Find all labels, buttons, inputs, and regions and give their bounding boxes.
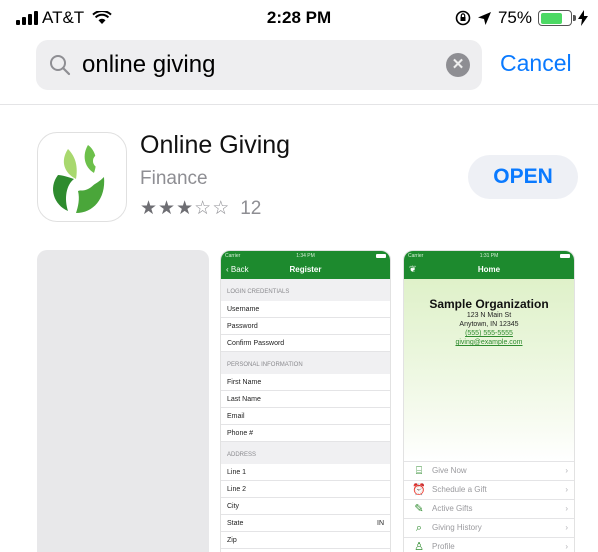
mini-title: Home xyxy=(477,265,501,274)
rating-count: 12 xyxy=(240,197,262,219)
menu-item-profile: ♙ Profile › xyxy=(404,537,574,552)
form-row: Password xyxy=(221,318,390,335)
form-row-label: Zip xyxy=(227,537,237,544)
gift-icon: ⌸ xyxy=(415,465,423,477)
form-row-label: State xyxy=(227,520,244,527)
form-row: State IN xyxy=(221,515,390,532)
form-section-header: ADDRESS xyxy=(221,442,390,464)
rating-stars: ★★★☆☆ xyxy=(140,197,230,220)
screenshot-home[interactable]: Carrier 1:31 PM ❦ Home Sample Organizati… xyxy=(403,250,575,552)
person-icon: ♙ xyxy=(414,541,424,552)
search-icon: ⌕ xyxy=(415,522,423,534)
menu-item-label: Active Gifts xyxy=(432,504,473,513)
divider xyxy=(0,104,598,105)
mini-time: 1:34 PM xyxy=(296,253,315,259)
form-row-label: Line 2 xyxy=(227,486,247,493)
menu-item-label: Profile xyxy=(432,542,455,551)
app-category: Finance xyxy=(140,168,208,189)
form-section-header: LOGIN CREDENTIALS xyxy=(221,279,390,301)
cancel-button[interactable]: Cancel xyxy=(500,50,572,77)
star-filled-icon: ★ xyxy=(176,198,195,219)
screenshot-placeholder[interactable] xyxy=(37,250,209,552)
form-row: Line 2 xyxy=(221,481,390,498)
home-hero: Sample Organization 123 N Main St Anytow… xyxy=(404,279,574,461)
mini-status-bar: Carrier 1:34 PM xyxy=(221,251,390,261)
org-address-line2: Anytown, IN 12345 xyxy=(459,321,519,328)
form-row: City xyxy=(221,498,390,515)
form-row: Username xyxy=(221,301,390,318)
form-row: Email xyxy=(221,408,390,425)
chevron-right-icon: › xyxy=(565,523,568,532)
open-button[interactable]: OPEN xyxy=(468,155,578,199)
chevron-right-icon: › xyxy=(565,504,568,513)
rotation-lock-icon xyxy=(455,10,471,26)
menu-item-label: Giving History xyxy=(432,523,482,532)
form-row: First Name xyxy=(221,374,390,391)
app-name[interactable]: Online Giving xyxy=(140,131,290,160)
battery-icon xyxy=(538,10,576,26)
menu-item-active-gifts: ✎ Active Gifts › xyxy=(404,499,574,518)
pen-icon: ✎ xyxy=(414,503,424,515)
form-row: Confirm Password xyxy=(221,335,390,352)
status-bar: AT&T 2:28 PM 75% xyxy=(0,0,598,36)
leaf-person-logo xyxy=(53,145,107,213)
form-row: Zip xyxy=(221,532,390,549)
org-email-link: giving@example.com xyxy=(455,339,523,346)
form-row-label: Last Name xyxy=(227,396,261,403)
search-icon xyxy=(50,55,71,76)
charging-bolt-icon xyxy=(578,10,588,26)
mini-title: Register xyxy=(289,265,322,274)
mini-status-bar: Carrier 1:31 PM xyxy=(404,251,574,261)
chevron-right-icon: › xyxy=(565,466,568,475)
form-row-label: Email xyxy=(227,413,245,420)
star-filled-icon: ★ xyxy=(158,198,177,219)
menu-item-history: ⌕ Giving History › xyxy=(404,518,574,537)
form-section-header: PERSONAL INFORMATION xyxy=(221,352,390,374)
menu-item-label: Give Now xyxy=(432,466,467,475)
form-row-label: Line 1 xyxy=(227,469,247,476)
mini-battery-icon xyxy=(560,254,570,258)
form-row-label: Confirm Password xyxy=(227,340,285,347)
form-row-label: Username xyxy=(227,306,260,313)
form-row: Last Name xyxy=(221,391,390,408)
menu-item-schedule: ⏰ Schedule a Gift › xyxy=(404,480,574,499)
form-row-label: First Name xyxy=(227,379,262,386)
form-row: Phone # xyxy=(221,425,390,442)
mini-nav-bar: ‹ Back Register xyxy=(221,261,390,279)
mini-nav-bar: ❦ Home xyxy=(404,261,574,279)
location-arrow-icon xyxy=(477,11,491,25)
org-phone-link: (555) 555-5555 xyxy=(465,330,513,337)
app-icon[interactable] xyxy=(37,132,127,222)
search-query[interactable]: online giving xyxy=(82,51,215,79)
battery-level-fill xyxy=(540,12,563,24)
status-right-group: 75% xyxy=(455,8,588,28)
mini-time: 1:31 PM xyxy=(479,253,499,259)
form-row: Line 1 xyxy=(221,464,390,481)
org-address-line1: 123 N Main St xyxy=(466,312,512,319)
form-row-label: City xyxy=(227,503,240,510)
menu-item-label: Schedule a Gift xyxy=(432,485,487,494)
rating: ★★★☆☆ 12 xyxy=(140,197,261,220)
menu-item-give-now: ⌸ Give Now › xyxy=(404,461,574,480)
clear-search-icon[interactable]: ✕ xyxy=(446,53,470,77)
chevron-right-icon: › xyxy=(565,542,568,551)
screenshot-register[interactable]: Carrier 1:34 PM ‹ Back Register LOGIN CR… xyxy=(220,250,391,552)
star-empty-icon: ☆ xyxy=(212,198,231,219)
chevron-right-icon: › xyxy=(565,485,568,494)
star-filled-icon: ★ xyxy=(140,198,159,219)
search-field[interactable]: online giving ✕ xyxy=(36,40,482,90)
form-row-value: IN xyxy=(377,520,384,527)
battery-percent: 75% xyxy=(497,8,532,27)
org-name: Sample Organization xyxy=(429,297,549,311)
form-row-label: Password xyxy=(227,323,258,330)
form-row-label: Phone # xyxy=(227,430,254,437)
alarm-clock-icon: ⏰ xyxy=(412,484,426,496)
mini-battery-icon xyxy=(376,254,386,258)
star-empty-icon: ☆ xyxy=(194,198,213,219)
